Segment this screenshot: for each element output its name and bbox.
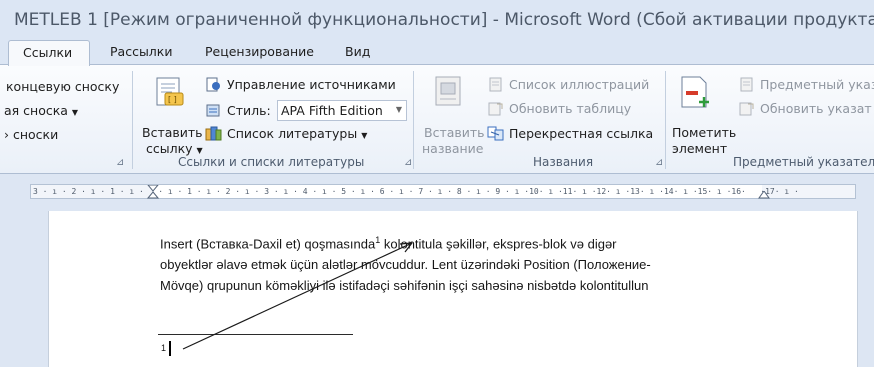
ribbon: концевую сноску ая сноска ▼ › сноски ⊿ [… xyxy=(0,64,874,174)
style-icon xyxy=(206,104,220,117)
title-bar: METLEB 1 [Режим ограниченной функциональ… xyxy=(0,0,874,40)
insert-citation-icon: [ ] xyxy=(156,77,184,106)
manage-sources-label: Управление источниками xyxy=(227,77,396,92)
insert-endnote-button[interactable]: концевую сноску xyxy=(6,79,119,94)
cross-reference-button[interactable]: Перекрестная ссылка xyxy=(487,125,662,145)
cross-reference-label: Перекрестная ссылка xyxy=(509,126,654,141)
chevron-down-icon: ▼ xyxy=(71,108,79,117)
window-title: METLEB 1 [Режим ограниченной функциональ… xyxy=(14,10,874,30)
captions-group-label: Названия xyxy=(533,155,594,169)
list-of-figures-label: Список иллюстраций xyxy=(509,77,650,92)
bibliography-label: Список литературы ▼ xyxy=(227,126,367,141)
update-table-label: Обновить таблицу xyxy=(509,101,632,116)
insert-caption-button[interactable]: Вставить название xyxy=(416,71,485,156)
next-footnote-label: ая сноска xyxy=(4,103,68,118)
tab-mailings[interactable]: Рассылки xyxy=(110,44,172,59)
paragraph-text: kolontitula şəkillər, ekspres-blok və di… xyxy=(380,236,617,252)
index-group-label: Предметный указатель xyxy=(733,155,874,169)
update-table-icon xyxy=(488,102,503,116)
mark-entry-label-1: Пометить xyxy=(672,125,737,140)
update-index-icon xyxy=(739,102,754,116)
style-row: Стиль: APA Fifth Edition ▼ xyxy=(205,100,415,122)
footnote-separator xyxy=(158,334,353,335)
mark-entry-button[interactable]: Пометить элемент xyxy=(668,71,736,156)
mark-entry-label-2: элемент xyxy=(672,141,728,156)
citations-group-label: Ссылки и списки литературы xyxy=(178,155,365,169)
style-select-value: APA Fifth Edition xyxy=(281,103,383,118)
citations-dialog-launcher-icon[interactable]: ⊿ xyxy=(404,157,412,168)
style-select[interactable]: APA Fifth Edition ▼ xyxy=(277,100,407,121)
insert-citation-label-2: ссылку ▼ xyxy=(146,141,203,156)
insert-citation-button[interactable]: [ ] Вставить ссылку ▼ xyxy=(138,71,203,156)
update-table-button[interactable]: Обновить таблицу xyxy=(487,100,662,120)
horizontal-ruler[interactable]: 3 · ı · 2 · ı · 1 · ı · · ı · 1 · ı · 2 … xyxy=(30,184,856,199)
style-label: Стиль: xyxy=(227,103,271,118)
paragraph-line: Insert (Вставка-Daxil et) qoşmasında1 ko… xyxy=(160,230,780,254)
manage-sources-icon xyxy=(206,77,220,92)
next-footnote-button[interactable]: ая сноска ▼ xyxy=(4,103,78,118)
list-of-figures-button[interactable]: Список иллюстраций xyxy=(487,76,662,96)
insert-citation-label-2-text: ссылку xyxy=(146,141,193,156)
bibliography-icon xyxy=(205,126,222,141)
group-separator xyxy=(665,71,666,169)
group-separator xyxy=(132,71,133,169)
paragraph-line: obyektlər əlavə etmək üçün alətlər mövcu… xyxy=(160,257,651,273)
manage-sources-button[interactable]: Управление источниками xyxy=(205,76,415,96)
document-body[interactable]: Insert (Вставка-Daxil et) qoşmasında1 ko… xyxy=(160,230,780,296)
insert-citation-label-1: Вставить xyxy=(142,125,203,140)
left-indent-marker-icon[interactable] xyxy=(147,185,159,199)
tab-review[interactable]: Рецензирование xyxy=(205,44,314,59)
paragraph-line: Mövqe) qrupunun köməkliyi ilə istifadəçi… xyxy=(160,278,649,294)
insert-caption-icon xyxy=(435,76,461,106)
tab-references[interactable]: Ссылки xyxy=(8,40,90,66)
cross-reference-icon xyxy=(487,126,504,141)
tab-view[interactable]: Вид xyxy=(345,44,370,59)
chevron-down-icon: ▼ xyxy=(395,105,402,114)
show-notes-button[interactable]: › сноски xyxy=(4,127,58,142)
right-indent-marker-icon[interactable] xyxy=(758,191,770,199)
update-index-label: Обновить указат xyxy=(760,101,872,116)
list-of-figures-icon xyxy=(489,77,502,92)
paragraph-text: Insert (Вставка-Daxil et) qoşmasında xyxy=(160,236,376,252)
mark-entry-icon xyxy=(681,76,709,108)
insert-caption-label-1: Вставить xyxy=(424,125,485,140)
bibliography-button[interactable]: Список литературы ▼ xyxy=(205,125,415,145)
footnotes-dialog-launcher-icon[interactable]: ⊿ xyxy=(116,157,124,168)
update-index-button[interactable]: Обновить указат xyxy=(738,100,874,120)
insert-index-icon xyxy=(740,77,753,92)
bibliography-label-text: Список литературы xyxy=(227,126,358,141)
chevron-down-icon: ▼ xyxy=(196,146,203,155)
captions-dialog-launcher-icon[interactable]: ⊿ xyxy=(655,157,663,168)
chevron-down-icon: ▼ xyxy=(361,131,368,140)
insert-index-button[interactable]: Предметный указ xyxy=(738,76,874,96)
footnote-number: 1 xyxy=(161,343,167,353)
svg-text:[ ]: [ ] xyxy=(168,95,177,104)
ribbon-tabs: Ссылки Рассылки Рецензирование Вид xyxy=(0,40,874,66)
insert-caption-label-2: название xyxy=(422,141,484,156)
group-separator xyxy=(413,71,414,169)
text-cursor xyxy=(169,341,171,356)
insert-index-label: Предметный указ xyxy=(760,77,874,92)
